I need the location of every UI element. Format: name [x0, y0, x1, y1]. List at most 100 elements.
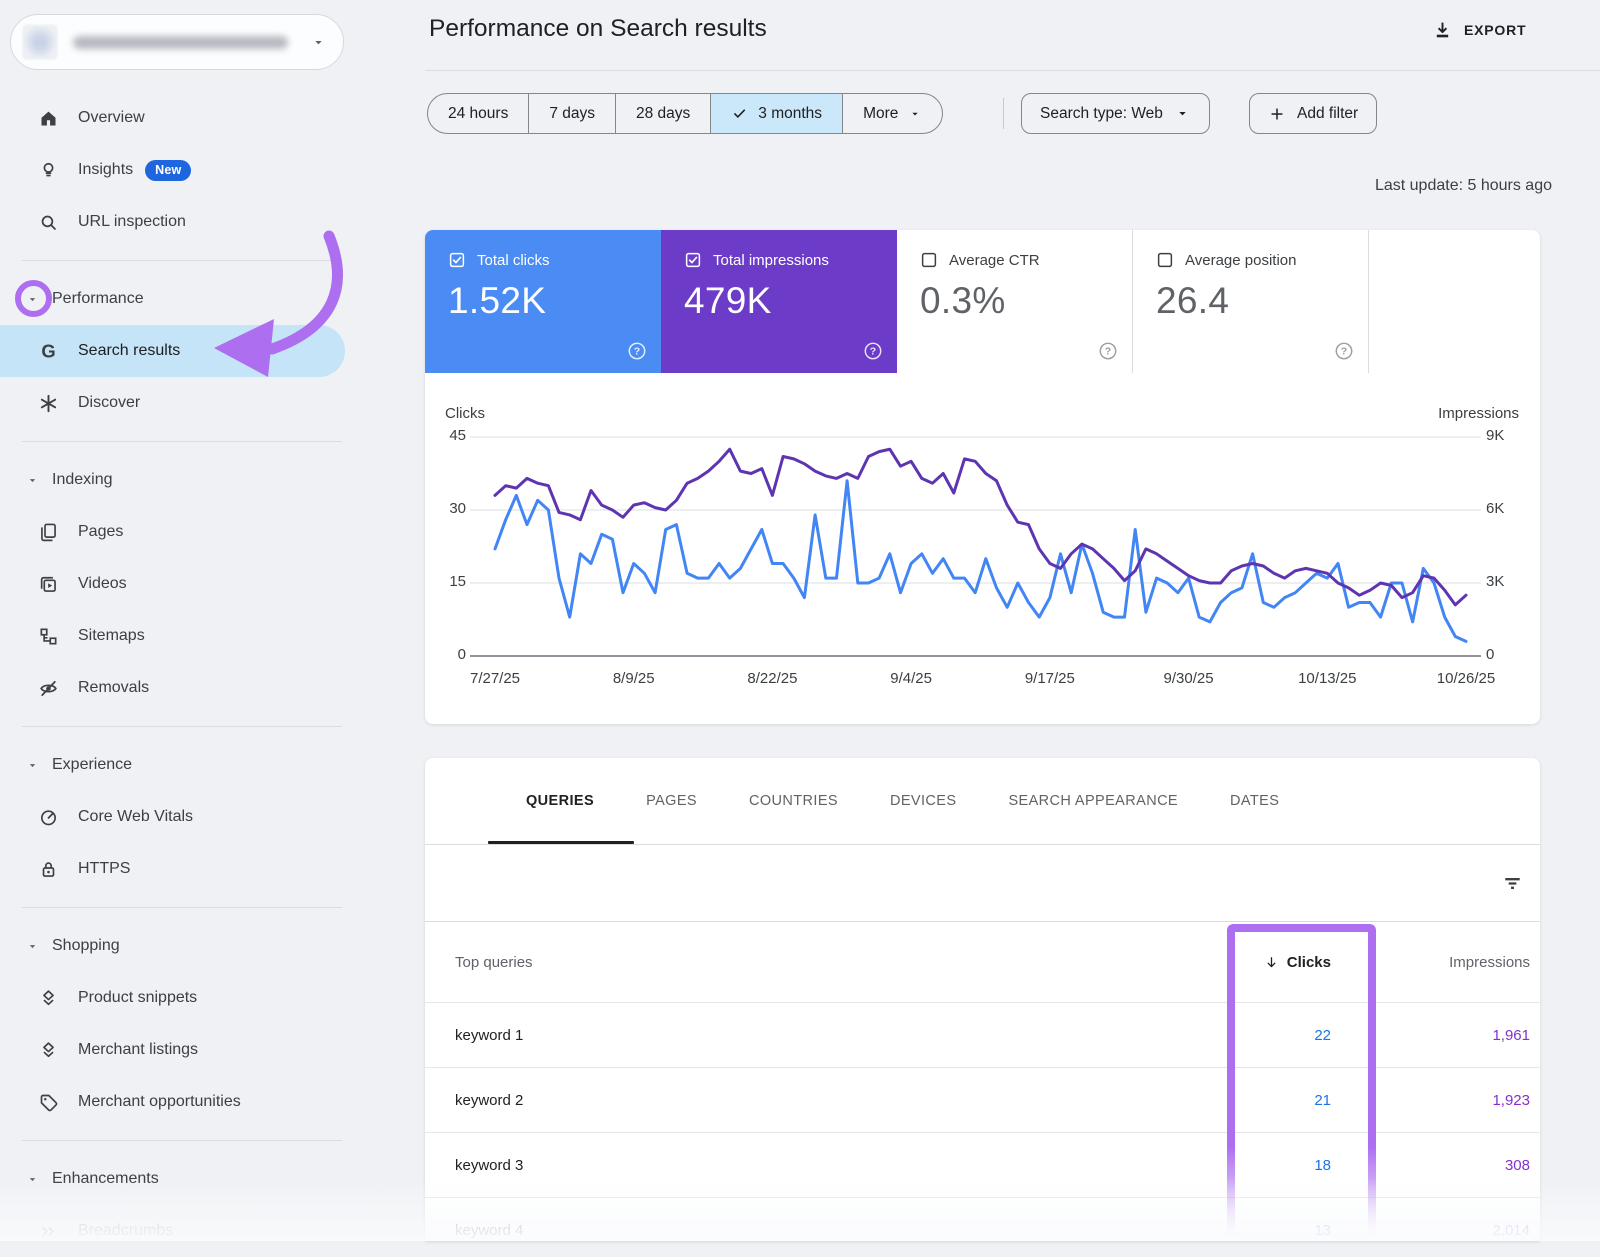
- sidebar-divider: [22, 1140, 342, 1141]
- sidebar-item-sitemaps[interactable]: Sitemaps: [0, 610, 362, 662]
- sidebar-item-merchant-opportunities[interactable]: Merchant opportunities: [0, 1076, 362, 1128]
- metric-label: Average CTR: [949, 252, 1040, 269]
- x-axis-labels: 7/27/258/9/258/22/259/4/259/17/259/30/25…: [495, 670, 1466, 690]
- discover-icon: [38, 393, 59, 414]
- sidebar-item-label: Videos: [78, 575, 127, 593]
- range-28-days[interactable]: 28 days: [615, 94, 710, 133]
- sidebar-item-videos[interactable]: Videos: [0, 558, 362, 610]
- table-row[interactable]: keyword 4132,014: [425, 1198, 1540, 1241]
- sidebar-item-label: Core Web Vitals: [78, 808, 193, 826]
- performance-chart: [495, 425, 1466, 665]
- help-icon[interactable]: [1097, 340, 1119, 362]
- tab-search-appearance[interactable]: SEARCH APPEARANCE: [982, 758, 1204, 844]
- range-label: 28 days: [636, 105, 690, 123]
- sidebar-item-breadcrumbs[interactable]: Breadcrumbs: [0, 1205, 362, 1257]
- sidebar-item-label: Breadcrumbs: [78, 1222, 173, 1240]
- sidebar-item-label: Removals: [78, 679, 149, 697]
- table-toolbar: [425, 845, 1540, 922]
- sidebar-item-https[interactable]: HTTPS: [0, 843, 362, 895]
- metric-value: 0.3%: [920, 280, 1132, 322]
- check-icon: [731, 105, 748, 122]
- tab-pages[interactable]: PAGES: [620, 758, 723, 844]
- caret-down-icon: [908, 107, 922, 121]
- property-selector[interactable]: [10, 14, 344, 70]
- column-clicks-label: Clicks: [1287, 954, 1331, 971]
- sidebar-item-discover[interactable]: Discover: [0, 377, 362, 429]
- sidebar-section-performance[interactable]: Performance: [0, 273, 362, 325]
- sidebar-section-shopping[interactable]: Shopping: [0, 920, 362, 972]
- sidebar-item-merchant-listings[interactable]: Merchant listings: [0, 1024, 362, 1076]
- sidebar-item-label: Merchant opportunities: [78, 1093, 241, 1111]
- property-name-blurred: [73, 36, 288, 49]
- sidebar-nav: Overview Insights New URL inspection Perform…: [0, 92, 362, 1257]
- chevron-down-icon: [26, 1173, 39, 1186]
- cell-query: keyword 2: [425, 1092, 1161, 1109]
- sidebar-item-label: Search results: [78, 342, 180, 360]
- metric-card-total-impressions[interactable]: Total impressions479K: [661, 230, 897, 373]
- sidebar-section-enhancements[interactable]: Enhancements: [0, 1153, 362, 1205]
- new-badge: New: [145, 160, 191, 181]
- range-label: 3 months: [758, 105, 822, 123]
- sidebar-item-label: Sitemaps: [78, 627, 145, 645]
- export-button[interactable]: EXPORT: [1432, 15, 1526, 45]
- sidebar-item-core-web-vitals[interactable]: Core Web Vitals: [0, 791, 362, 843]
- cell-impressions: 1,961: [1331, 1027, 1540, 1044]
- google-g-icon: [38, 341, 59, 362]
- tag-icon: [38, 1092, 59, 1113]
- range-24-hours[interactable]: 24 hours: [428, 94, 528, 133]
- tab-dates[interactable]: DATES: [1204, 758, 1305, 844]
- table-row[interactable]: keyword 2211,923: [425, 1068, 1540, 1133]
- sidebar-section-indexing[interactable]: Indexing: [0, 454, 362, 506]
- sidebar-item-pages[interactable]: Pages: [0, 506, 362, 558]
- help-icon[interactable]: [626, 340, 648, 362]
- search-type-filter[interactable]: Search type: Web: [1021, 93, 1210, 134]
- sidebar-item-insights[interactable]: Insights New: [0, 144, 362, 196]
- checkbox-unchecked-icon[interactable]: [1156, 251, 1174, 269]
- header-divider: [425, 70, 1600, 71]
- eye-off-icon: [38, 678, 59, 699]
- x-tick-label: 9/17/25: [1025, 670, 1075, 687]
- sidebar-item-label: Merchant listings: [78, 1041, 198, 1059]
- tab-devices[interactable]: DEVICES: [864, 758, 982, 844]
- sidebar-item-overview[interactable]: Overview: [0, 92, 362, 144]
- x-tick-label: 9/4/25: [890, 670, 932, 687]
- sidebar-item-search-results[interactable]: Search results: [0, 325, 345, 377]
- table-row[interactable]: keyword 1221,961: [425, 1003, 1540, 1068]
- checkbox-checked-icon[interactable]: [684, 251, 702, 269]
- tab-countries[interactable]: COUNTRIES: [723, 758, 864, 844]
- x-tick-label: 10/13/25: [1298, 670, 1356, 687]
- column-impressions[interactable]: Impressions: [1331, 954, 1540, 971]
- cell-clicks: 22: [1161, 1027, 1331, 1044]
- help-icon[interactable]: [862, 340, 884, 362]
- sidebar-item-removals[interactable]: Removals: [0, 662, 362, 714]
- x-tick-label: 9/30/25: [1164, 670, 1214, 687]
- filter-icon[interactable]: [1501, 872, 1524, 895]
- x-tick-label: 8/9/25: [613, 670, 655, 687]
- page-title: Performance on Search results: [429, 15, 767, 43]
- speedometer-icon: [38, 807, 59, 828]
- column-clicks[interactable]: Clicks: [1161, 954, 1331, 971]
- add-filter-button[interactable]: Add filter: [1249, 93, 1377, 134]
- range-7-days[interactable]: 7 days: [528, 94, 615, 133]
- table-row[interactable]: keyword 318308: [425, 1133, 1540, 1198]
- tab-queries[interactable]: QUERIES: [500, 758, 620, 844]
- sidebar-item-label: Insights: [78, 161, 133, 179]
- range-3-months[interactable]: 3 months: [710, 94, 842, 133]
- y-tick-left: 15: [449, 573, 466, 590]
- filters-separator: [1003, 98, 1004, 129]
- sidebar-item-product-snippets[interactable]: Product snippets: [0, 972, 362, 1024]
- sitemaps-icon: [38, 626, 59, 647]
- help-icon[interactable]: [1333, 340, 1355, 362]
- metric-card-average-ctr[interactable]: Average CTR 0.3%: [897, 230, 1133, 373]
- sort-arrow-down-icon: [1263, 954, 1280, 971]
- sidebar-item-url-inspection[interactable]: URL inspection: [0, 196, 362, 248]
- sidebar-section-experience[interactable]: Experience: [0, 739, 362, 791]
- date-range-group: 24 hours7 days 28 days 3 months More: [427, 93, 943, 134]
- sidebar-section-label: Experience: [52, 756, 132, 774]
- column-top-queries[interactable]: Top queries: [425, 954, 1161, 971]
- checkbox-unchecked-icon[interactable]: [920, 251, 938, 269]
- range-more[interactable]: More: [842, 94, 942, 133]
- add-filter-label: Add filter: [1297, 105, 1358, 123]
- metric-card-average-position[interactable]: Average position26.4: [1133, 230, 1369, 373]
- metric-head: Total clicks: [448, 251, 661, 269]
